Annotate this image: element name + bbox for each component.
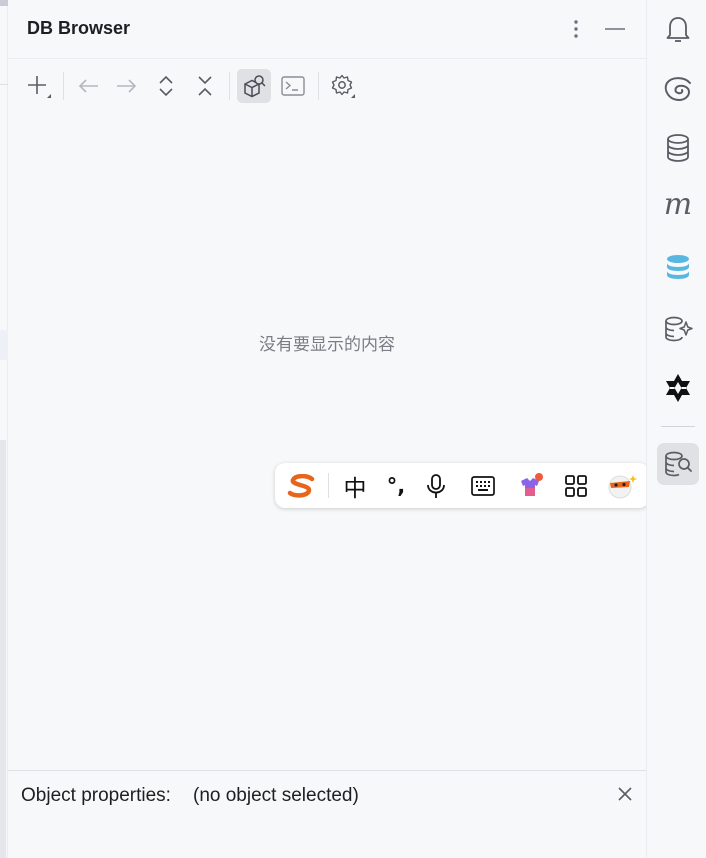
database-ai-button[interactable]: [657, 307, 699, 349]
left-edge-selection: [0, 330, 8, 360]
settings-button[interactable]: [326, 69, 360, 103]
object-properties-label: Object properties:: [21, 785, 171, 806]
left-edge-scrollbar[interactable]: [0, 440, 6, 858]
skin-icon: [521, 472, 543, 496]
object-properties-value: (no object selected): [193, 785, 359, 806]
add-button[interactable]: [22, 69, 56, 103]
empty-state-message: 没有要显示的内容: [259, 335, 395, 355]
tongyi-logo-icon: [666, 374, 690, 402]
maven-icon: m: [663, 187, 693, 222]
expand-icon: [159, 75, 173, 97]
db-browser-button[interactable]: [657, 443, 699, 485]
db-browser-panel: DB Browser 没有要显示的内容 Object properties: (…: [8, 0, 646, 858]
right-tool-bar: m: [646, 0, 706, 858]
keyboard-icon: [471, 475, 495, 496]
minimize-icon: [605, 28, 625, 30]
collapse-icon: [198, 76, 212, 96]
more-options-button[interactable]: [563, 16, 589, 42]
ai-swirl-icon: [664, 77, 691, 102]
sogou-logo-button[interactable]: [284, 469, 320, 502]
toolbar-separator: [318, 72, 319, 100]
ime-separator: [328, 473, 329, 498]
skin-button[interactable]: [512, 469, 548, 502]
arrow-left-icon: [78, 79, 98, 93]
panel-toolbar: [8, 60, 646, 112]
panel-title: DB Browser: [27, 18, 131, 38]
toolbar-separator: [661, 426, 695, 427]
back-button[interactable]: [71, 69, 105, 103]
console-button[interactable]: [276, 69, 310, 103]
sogou-logo-icon: [287, 473, 315, 498]
maven-button[interactable]: m: [657, 187, 699, 229]
voice-input-button[interactable]: [418, 469, 454, 502]
plus-icon: [28, 76, 51, 98]
microphone-icon: [427, 473, 445, 498]
object-properties-bar: Object properties: (no object selected): [8, 770, 646, 858]
left-edge-mark: [0, 0, 8, 6]
tongyi-button[interactable]: [657, 367, 699, 409]
apps-grid-button[interactable]: [558, 469, 594, 502]
ime-punctuation-button[interactable]: °,: [378, 469, 414, 502]
grid-icon: [565, 474, 587, 497]
ime-punctuation-label: °,: [386, 473, 406, 498]
minimize-button[interactable]: [602, 16, 628, 42]
database-tool-button[interactable]: [657, 247, 699, 289]
mascot-icon: [608, 474, 637, 498]
close-icon: [618, 787, 632, 801]
arrow-right-icon: [117, 79, 137, 93]
left-edge-divider: [0, 84, 8, 85]
database-colored-icon: [667, 255, 689, 279]
database-button[interactable]: [657, 127, 699, 169]
collapse-all-button[interactable]: [188, 69, 222, 103]
database-sparkle-icon: [665, 316, 693, 342]
database-search-icon: [665, 451, 692, 477]
gear-icon: [331, 74, 355, 98]
ime-toolbar: 中 °,: [275, 463, 649, 508]
terminal-icon: [281, 76, 305, 96]
object-search-icon: [244, 75, 266, 98]
soft-keyboard-button[interactable]: [465, 469, 501, 502]
ime-mode-button[interactable]: 中: [337, 469, 373, 502]
left-panel-edge: [0, 0, 8, 858]
panel-header: DB Browser: [8, 0, 646, 59]
object-view-toggle[interactable]: [237, 69, 271, 103]
database-icon: [667, 134, 689, 162]
ai-assistant-button[interactable]: [657, 68, 699, 110]
notifications-button[interactable]: [657, 8, 699, 50]
toolbar-separator: [63, 72, 64, 100]
close-properties-button[interactable]: [614, 783, 636, 805]
toolbar-separator: [229, 72, 230, 100]
expand-all-button[interactable]: [149, 69, 183, 103]
forward-button[interactable]: [110, 69, 144, 103]
more-vertical-icon: [574, 20, 578, 38]
mascot-button[interactable]: [604, 469, 640, 502]
bell-icon: [666, 17, 690, 42]
